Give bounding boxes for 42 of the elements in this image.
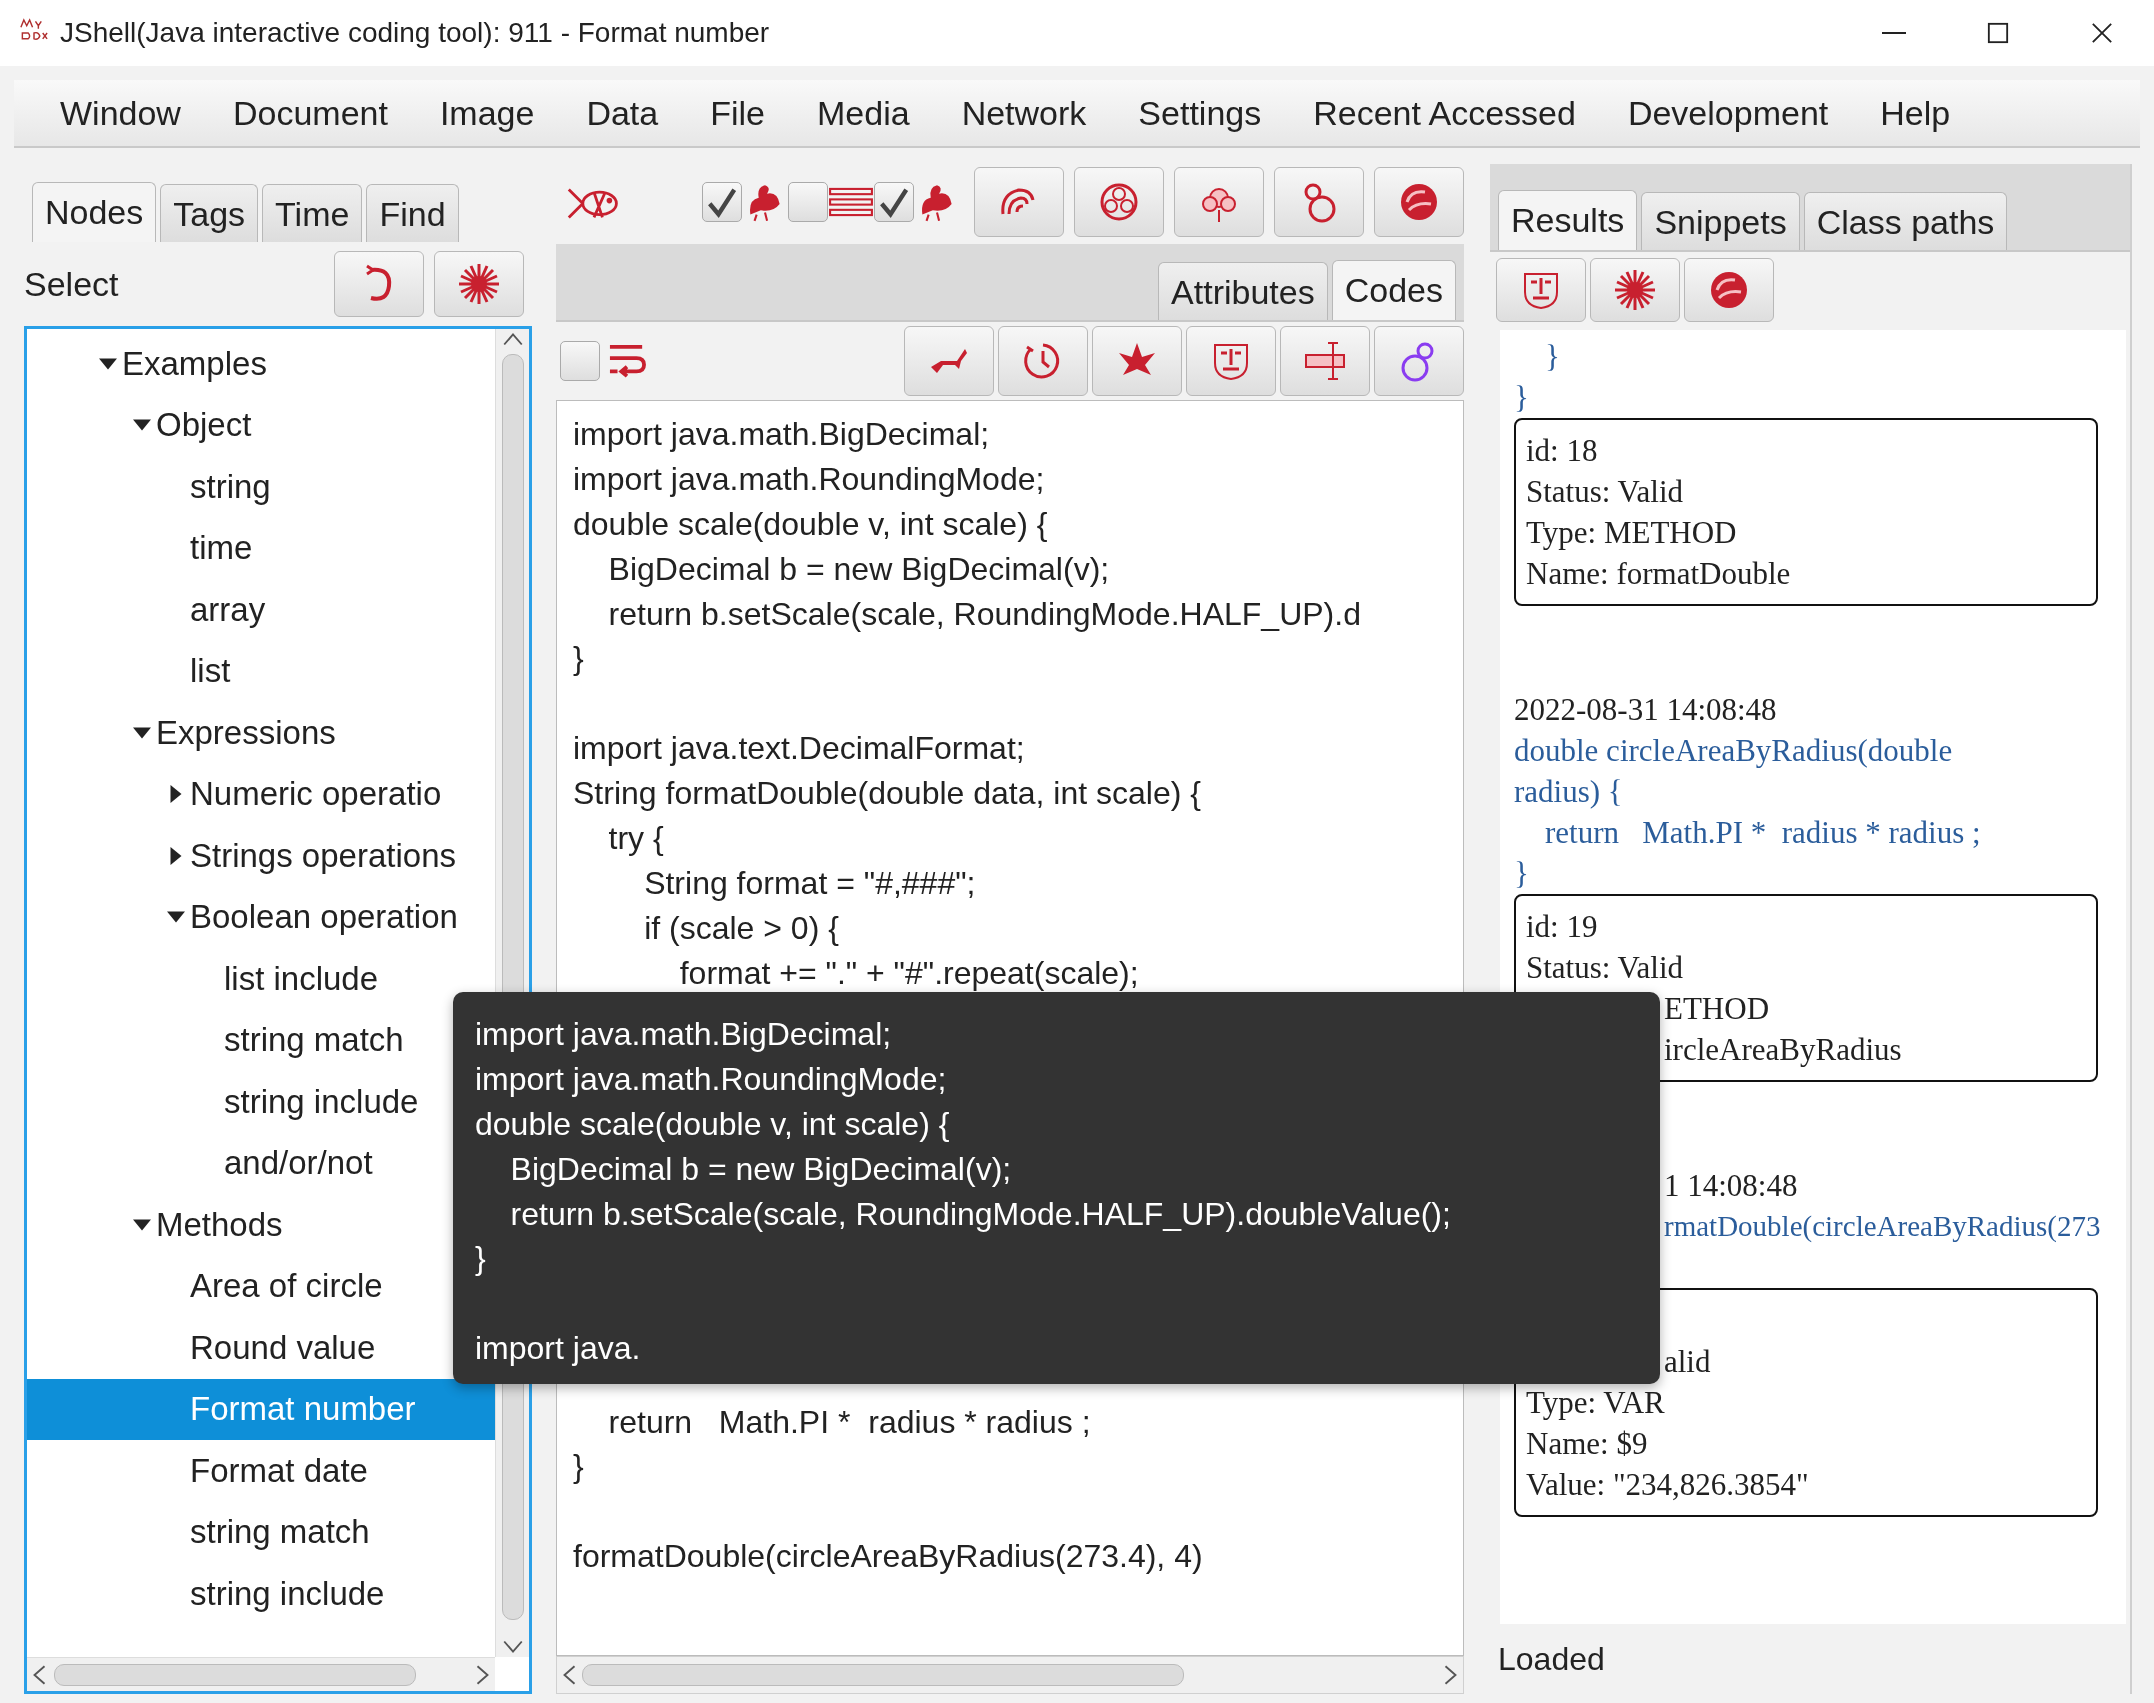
code-line: String format = "#,###"; [643,863,977,903]
result-field: id: 19 [1526,906,2086,947]
code-line: } [475,1239,487,1279]
window-title: JShell(Java interactive coding tool): 911 - Format number [60,17,770,49]
select-label: Select [24,264,119,304]
code-snippet: rmatDouble(circleAreaByRadius(273 [1663,1209,2102,1244]
result-field: Name: $9 [1526,1423,2086,1464]
code-line: double scale(double v, int scale) { [573,504,1049,544]
code-line: format += "." + "#".repeat(scale); [678,953,1140,993]
timestamp: 2022-08-31 14:08:48 [1514,691,1778,729]
code-line: import java. [475,1329,642,1369]
result-field: alid [1526,1341,2086,1382]
code-line: formatDouble(circleAreaByRadius(273.4), 4) [573,1537,1204,1577]
result-field: Type: METHOD [1526,512,2086,553]
status-text: Loaded [1497,1639,1606,1679]
code-line: try { [607,819,665,858]
code-line: import java.text.DecimalFormat; [573,729,1026,769]
code-line: import java.math.RoundingMode; [573,459,1046,499]
code-line: double scale(double v, int scale) { [475,1104,951,1144]
result-field: Type: VAR [1526,1382,2086,1423]
result-field: ETHOD [1526,988,2086,1029]
result-field: ircleAreaByRadius [1526,1029,2086,1070]
code-line: BigDecimal b = new BigDecimal(v); [509,1149,1013,1189]
code-line: if (scale > 0) { [643,908,840,948]
code-line: String formatDouble(double data, int scale) { [573,774,1202,814]
timestamp: 1 14:08:48 [1663,1167,1799,1205]
code-line: import java.math.BigDecimal; [475,1015,893,1054]
code-line: return b.setScale(scale, RoundingMode.HALF_UP).d [607,594,1362,634]
code-line: } [573,1447,585,1487]
code-snippet: } } [1514,338,1561,417]
code-line: } [573,639,585,679]
code-line: import java.math.BigDecimal; [573,415,991,454]
result-field: Value: "234,826.3854" [1526,1464,2086,1505]
code-line: return Math.PI * radius * radius ; [607,1402,1092,1442]
code-line: import java.math.RoundingMode; [475,1059,948,1099]
result-field: Status: Valid [1526,471,2086,512]
result-field: Name: formatDouble [1526,553,2086,594]
code-line: BigDecimal b = new BigDecimal(v); [607,549,1111,589]
code-snippet: double circleAreaByRadius(double radius) { return Math.PI * radius * radius ; } [1514,732,1982,893]
code-line: return b.setScale(scale, RoundingMode.HALF_UP).doubleValue(); [509,1194,1452,1234]
result-field: Status: Valid [1526,947,2086,988]
result-field: id: 18 [1526,430,2086,471]
